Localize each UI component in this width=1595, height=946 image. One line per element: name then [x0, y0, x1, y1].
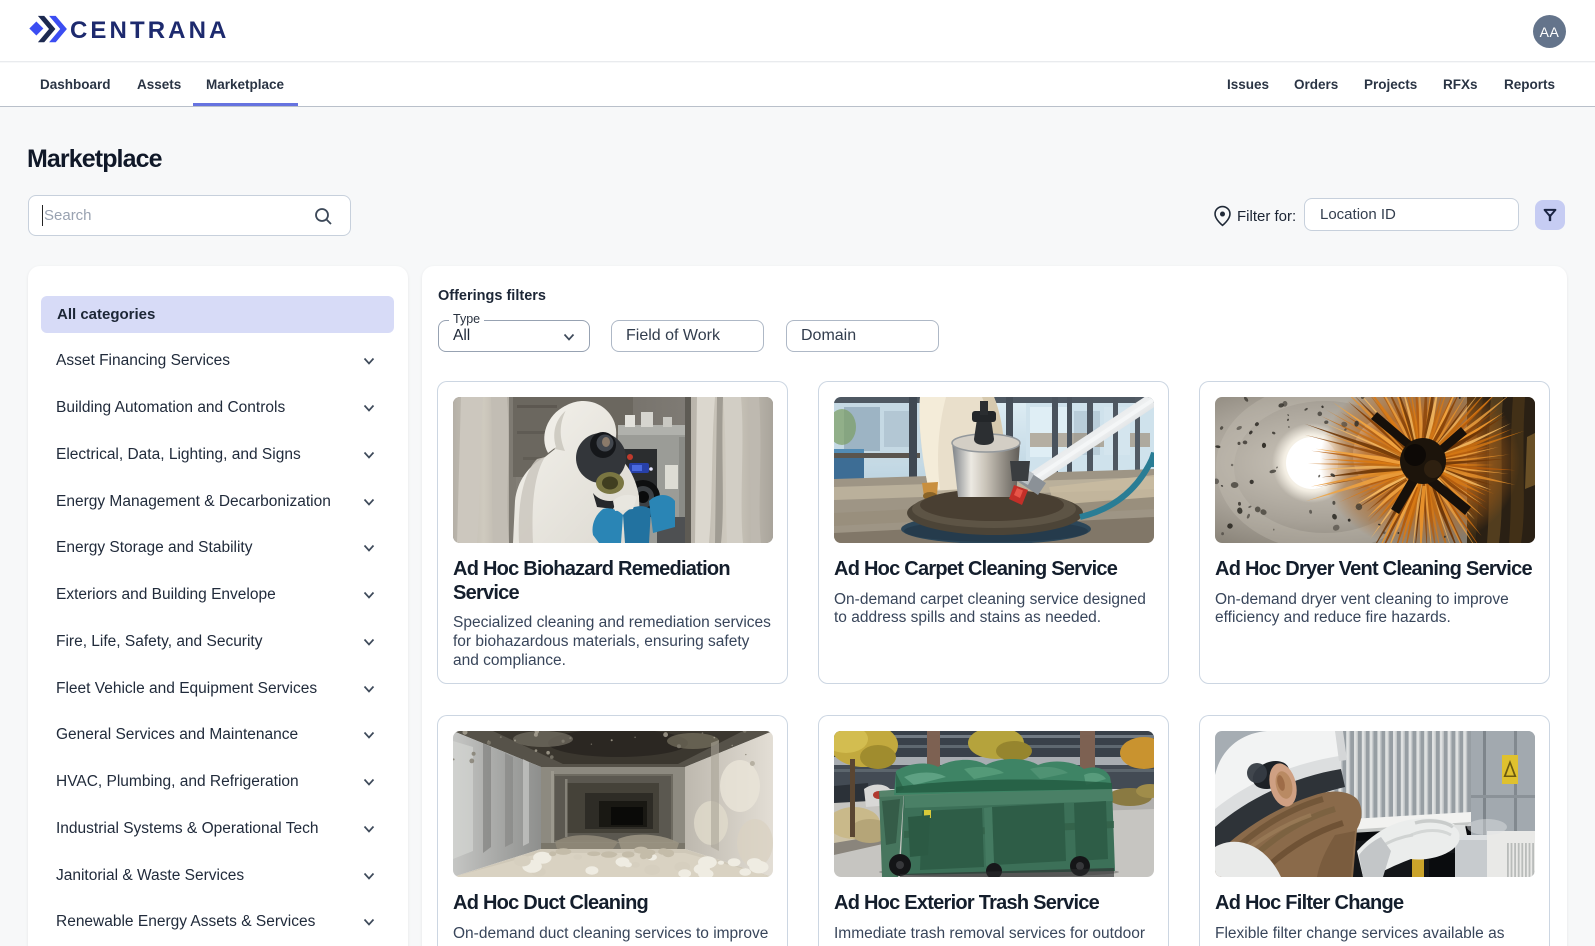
svg-text:CENTRANA: CENTRANA	[70, 17, 229, 44]
